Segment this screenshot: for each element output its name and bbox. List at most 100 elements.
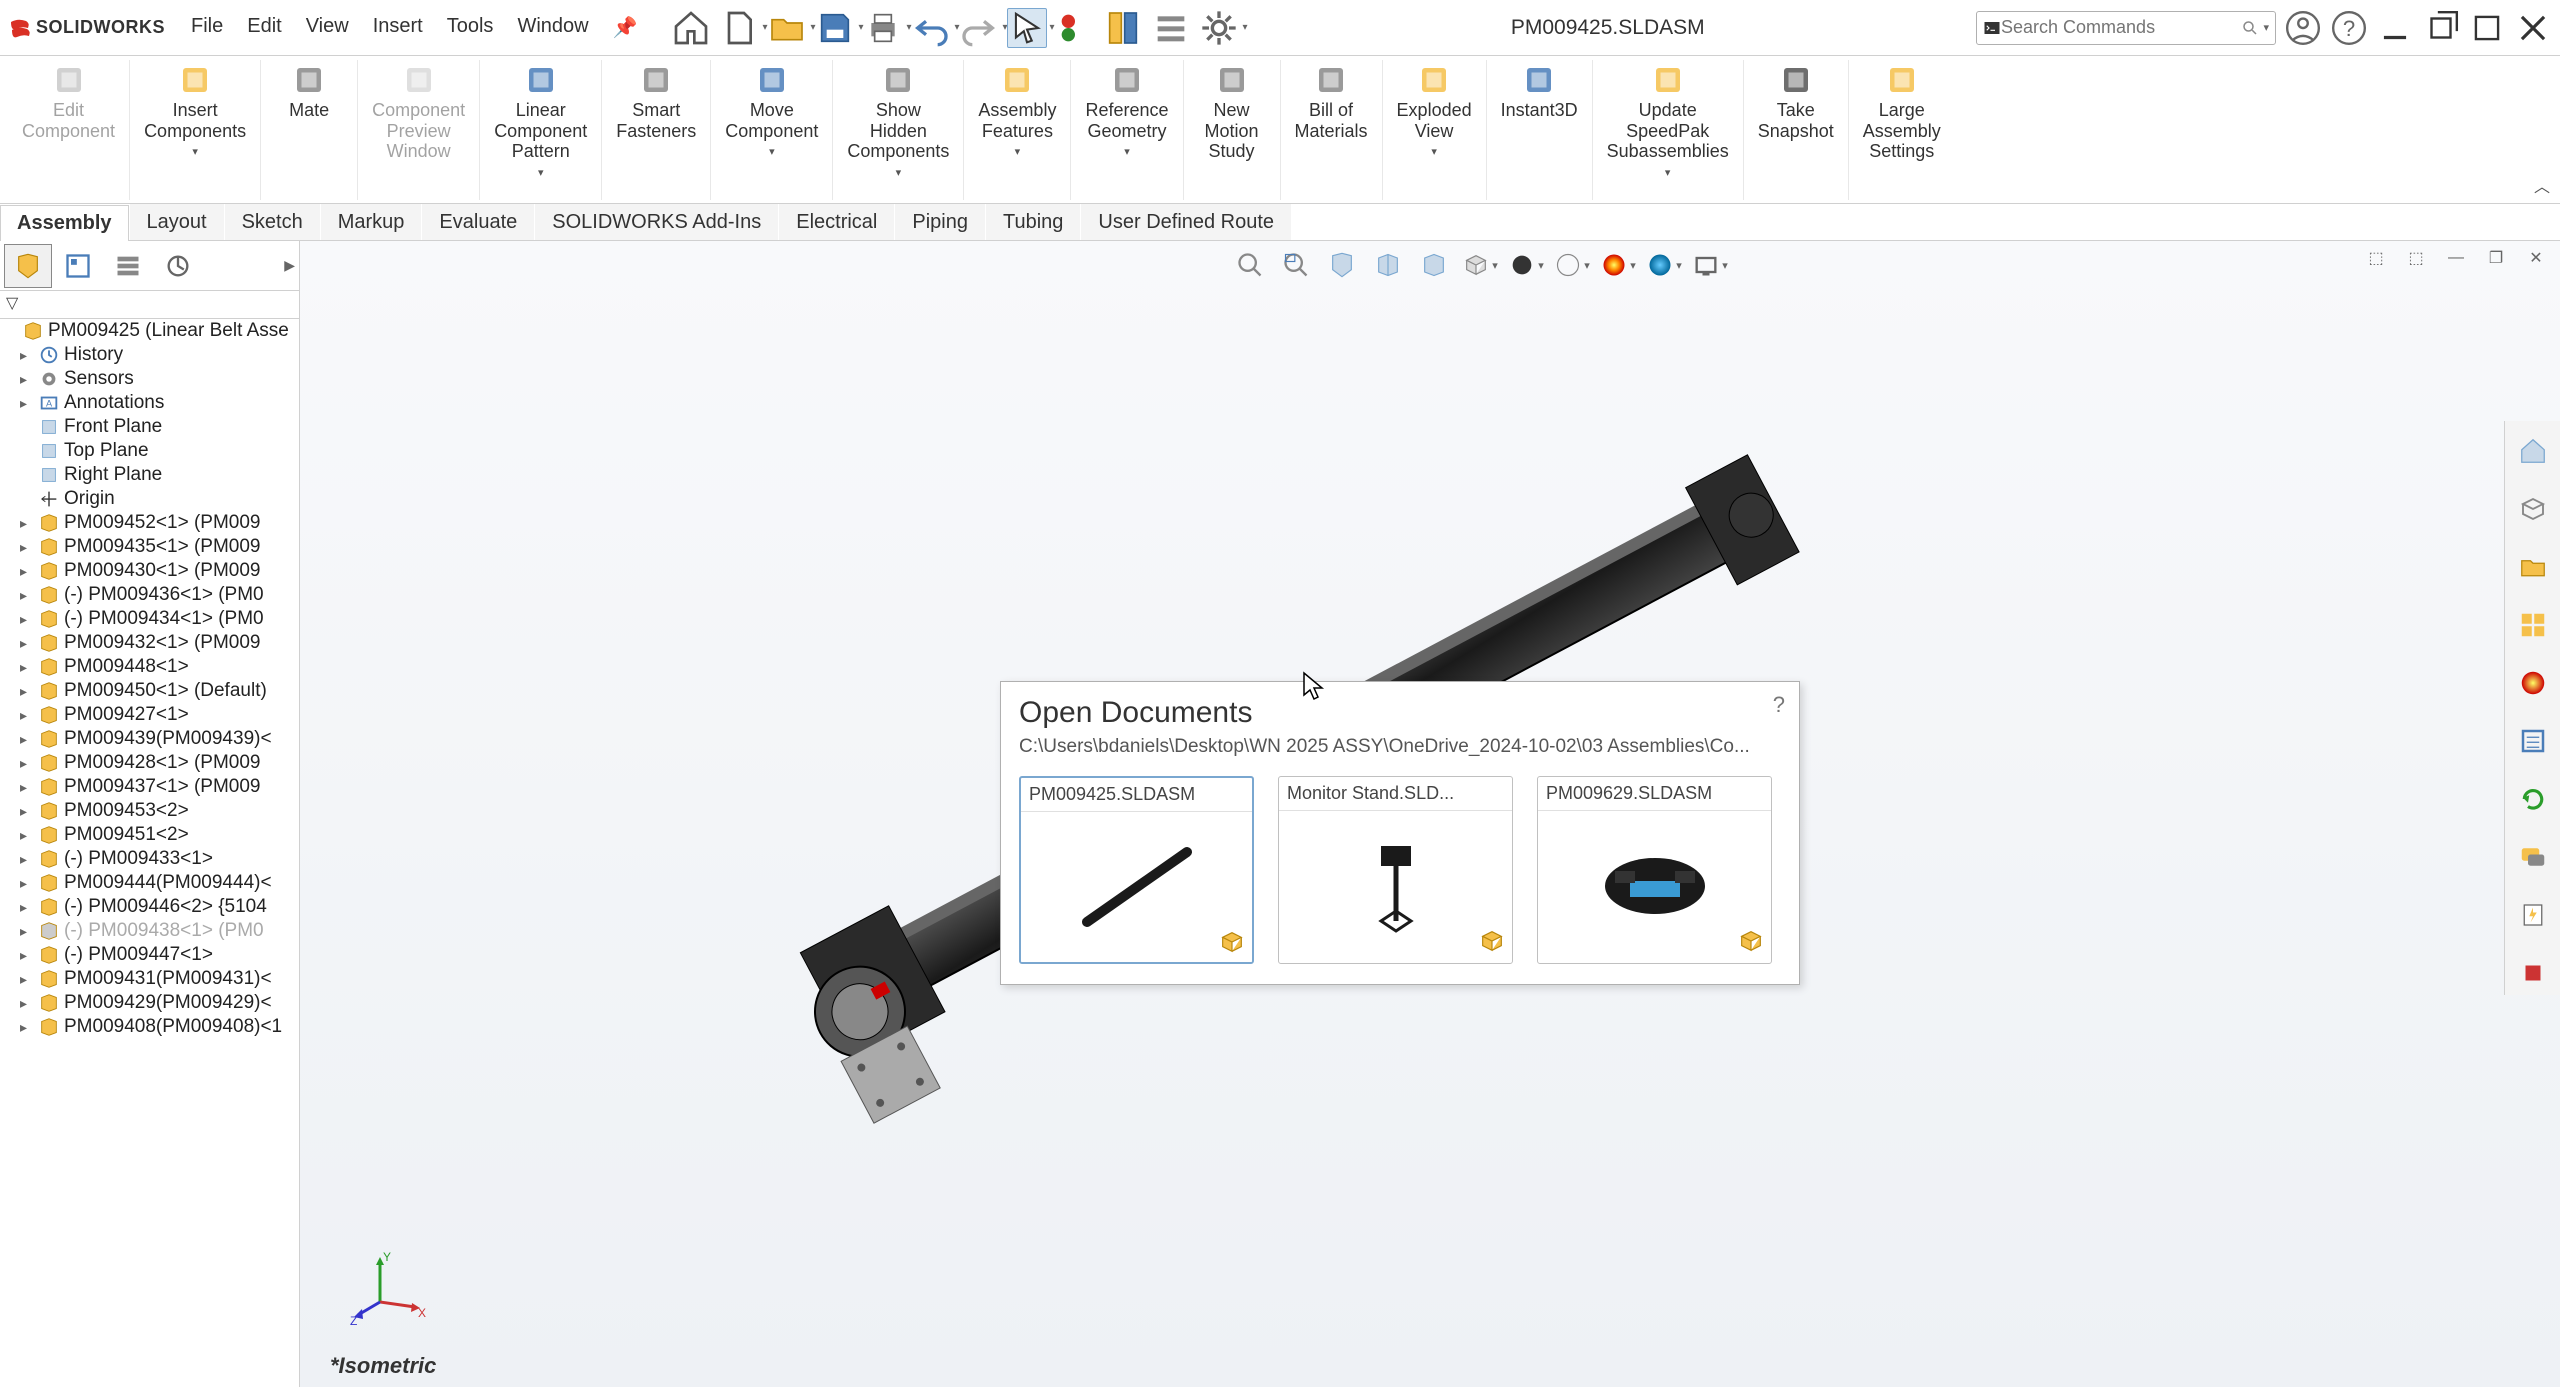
- ribbon-smart-button[interactable]: Smart Fasteners: [610, 60, 702, 143]
- select-button[interactable]: ▾: [1007, 8, 1047, 48]
- dynamic-annotation-button[interactable]: [1414, 245, 1454, 285]
- view-settings-button[interactable]: [1690, 245, 1730, 285]
- zoom-area-button[interactable]: [1276, 245, 1316, 285]
- ribbon-reference-button[interactable]: Reference Geometry▾: [1079, 60, 1174, 157]
- ribbon-instant3d-button[interactable]: Instant3D: [1495, 60, 1584, 123]
- tree-node[interactable]: ▸PM009431(PM009431)<: [0, 967, 299, 991]
- doc-expand2-icon[interactable]: ⬚: [2400, 245, 2432, 271]
- tree-node[interactable]: ▸PM009453<2>: [0, 799, 299, 823]
- menu-window[interactable]: Window: [507, 11, 598, 44]
- tree-node[interactable]: ▸PM009432<1> (PM009: [0, 631, 299, 655]
- menu-tools[interactable]: Tools: [437, 11, 504, 44]
- tree-node[interactable]: ▸History: [0, 343, 299, 367]
- tab-evaluate[interactable]: Evaluate: [422, 204, 534, 240]
- tree-node[interactable]: Front Plane: [0, 415, 299, 439]
- doc-minimize-button[interactable]: —: [2440, 245, 2472, 271]
- doc-close-button[interactable]: ✕: [2520, 245, 2552, 271]
- tree-node[interactable]: ▸PM009428<1> (PM009: [0, 751, 299, 775]
- tree-node[interactable]: ▸PM009437<1> (PM009: [0, 775, 299, 799]
- restore-button[interactable]: [2422, 9, 2460, 47]
- tree-node[interactable]: ▸(-) PM009438<1> (PM0: [0, 919, 299, 943]
- maximize-button[interactable]: [2468, 9, 2506, 47]
- undo-button[interactable]: ▾: [911, 8, 951, 48]
- tab-layout[interactable]: Layout: [130, 204, 224, 240]
- doc-restore-button[interactable]: ❐: [2480, 245, 2512, 271]
- tree-node[interactable]: ▸PM009439(PM009439)<: [0, 727, 299, 751]
- panel-nav-arrow[interactable]: ▶: [284, 257, 295, 274]
- tp-file-explorer-button[interactable]: [2511, 545, 2555, 589]
- tree-node[interactable]: Right Plane: [0, 463, 299, 487]
- tp-view-palette-button[interactable]: [2511, 603, 2555, 647]
- tree-node[interactable]: ▸PM009435<1> (PM009: [0, 535, 299, 559]
- tp-home-button[interactable]: [2511, 429, 2555, 473]
- feature-tree[interactable]: PM009425 (Linear Belt Asse▸History▸Senso…: [0, 319, 299, 1387]
- ribbon-linear-button[interactable]: Linear Component Pattern▾: [488, 60, 593, 178]
- tab-electrical[interactable]: Electrical: [779, 204, 894, 240]
- ribbon-large-button[interactable]: Large Assembly Settings: [1857, 60, 1947, 164]
- menu-insert[interactable]: Insert: [363, 11, 433, 44]
- save-button[interactable]: ▾: [815, 8, 855, 48]
- config-manager-tab[interactable]: [104, 244, 152, 288]
- tp-custom-props-button[interactable]: [2511, 719, 2555, 763]
- tree-node[interactable]: ▸PM009448<1>: [0, 655, 299, 679]
- ribbon-update-button[interactable]: Update SpeedPak Subassemblies▾: [1601, 60, 1735, 178]
- hide-show-button[interactable]: [1552, 245, 1592, 285]
- tab-markup[interactable]: Markup: [321, 204, 422, 240]
- dimxpert-tab[interactable]: [154, 244, 202, 288]
- previous-view-button[interactable]: [1322, 245, 1362, 285]
- ribbon-take-button[interactable]: Take Snapshot: [1752, 60, 1840, 143]
- tp-forum-button[interactable]: [2511, 835, 2555, 879]
- tp-reload-button[interactable]: [2511, 777, 2555, 821]
- rebuild-button[interactable]: [1055, 8, 1095, 48]
- apply-scene-button[interactable]: [1644, 245, 1684, 285]
- tab-user-defined-route[interactable]: User Defined Route: [1081, 204, 1291, 240]
- tree-node[interactable]: ▸PM009430<1> (PM009: [0, 559, 299, 583]
- search-commands-input[interactable]: [2001, 17, 2241, 38]
- tree-node[interactable]: ▸AAnnotations: [0, 391, 299, 415]
- doc-expand1-icon[interactable]: ⬚: [2360, 245, 2392, 271]
- minimize-button[interactable]: [2376, 9, 2414, 47]
- section-view-button[interactable]: [1368, 245, 1408, 285]
- display-style-button[interactable]: [1506, 245, 1546, 285]
- tab-tubing[interactable]: Tubing: [986, 204, 1080, 240]
- close-button[interactable]: [2514, 9, 2552, 47]
- menu-file[interactable]: File: [181, 11, 233, 44]
- redo-button[interactable]: ▾: [959, 8, 999, 48]
- open-doc-thumb[interactable]: PM009425.SLDASM: [1019, 776, 1254, 964]
- tree-node[interactable]: ▸(-) PM009433<1>: [0, 847, 299, 871]
- tab-piping[interactable]: Piping: [895, 204, 985, 240]
- tab-sketch[interactable]: Sketch: [225, 204, 320, 240]
- tree-node[interactable]: ▸(-) PM009436<1> (PM0: [0, 583, 299, 607]
- settings-gear-button[interactable]: ▾: [1199, 8, 1239, 48]
- tab-assembly[interactable]: Assembly: [0, 205, 129, 241]
- home-button[interactable]: [671, 8, 711, 48]
- fm-tree-tab[interactable]: [4, 244, 52, 288]
- tree-node[interactable]: ▸(-) PM009447<1>: [0, 943, 299, 967]
- ribbon-mate-button[interactable]: Mate: [269, 60, 349, 123]
- open-button[interactable]: ▾: [767, 8, 807, 48]
- tree-node[interactable]: ▸PM009452<1> (PM009: [0, 511, 299, 535]
- open-doc-thumb[interactable]: Monitor Stand.SLD...: [1278, 776, 1513, 964]
- print-button[interactable]: ▾: [863, 8, 903, 48]
- search-dd-icon[interactable]: ▾: [2263, 21, 2269, 34]
- zoom-fit-button[interactable]: [1230, 245, 1270, 285]
- ribbon-new-button[interactable]: New Motion Study: [1192, 60, 1272, 164]
- tree-node[interactable]: PM009425 (Linear Belt Asse: [0, 319, 299, 343]
- property-manager-tab[interactable]: [54, 244, 102, 288]
- feature-filter[interactable]: ▽: [0, 291, 299, 319]
- tab-solidworks-add-ins[interactable]: SOLIDWORKS Add-Ins: [535, 204, 778, 240]
- tree-node[interactable]: ▸PM009444(PM009444)<: [0, 871, 299, 895]
- tree-node[interactable]: Top Plane: [0, 439, 299, 463]
- tree-node[interactable]: ▸PM009427<1>: [0, 703, 299, 727]
- ribbon-insert-button[interactable]: Insert Components▾: [138, 60, 252, 157]
- open-doc-thumb[interactable]: PM009629.SLDASM: [1537, 776, 1772, 964]
- file-properties-button[interactable]: [1103, 8, 1143, 48]
- tp-electrical-button[interactable]: [2511, 893, 2555, 937]
- tp-design-library-button[interactable]: [2511, 487, 2555, 531]
- help-button[interactable]: ?: [2330, 9, 2368, 47]
- ribbon-assembly-button[interactable]: Assembly Features▾: [972, 60, 1062, 157]
- ribbon-collapse-button[interactable]: ︿: [2534, 173, 2550, 197]
- graphics-area[interactable]: ⬚ ⬚ — ❐ ✕: [300, 241, 2560, 1387]
- tp-red-flag-button[interactable]: [2511, 951, 2555, 995]
- tree-node[interactable]: ▸PM009408(PM009408)<1: [0, 1015, 299, 1039]
